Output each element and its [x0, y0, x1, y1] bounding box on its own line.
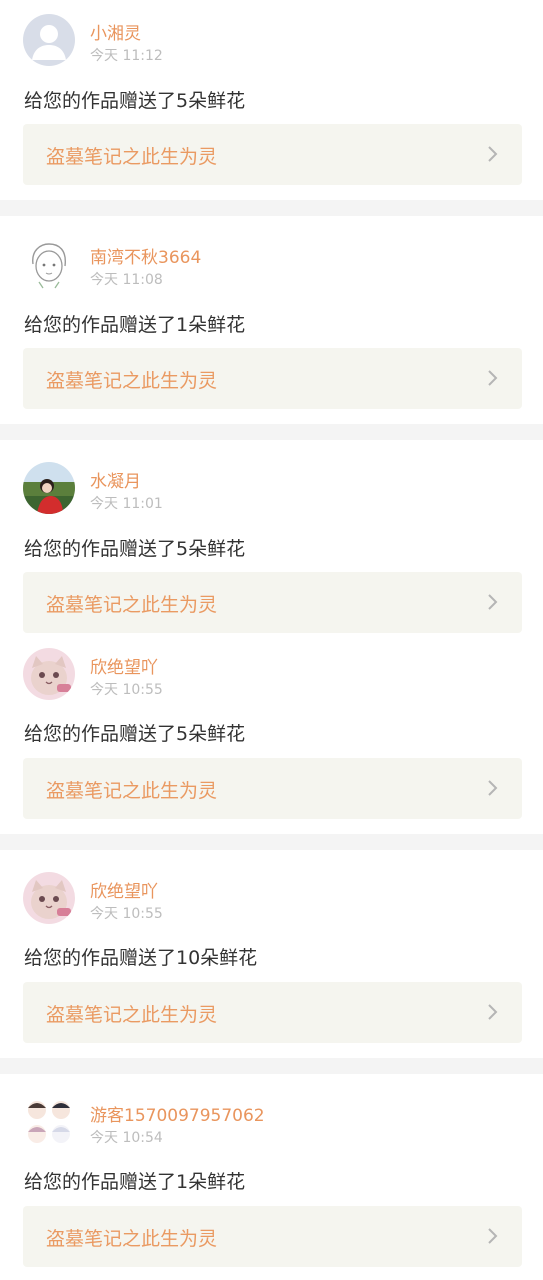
work-title: 盗墓笔记之此生为灵: [46, 146, 218, 168]
user-name[interactable]: 欣绝望吖: [90, 877, 158, 902]
timestamp: 今天 11:12: [90, 48, 163, 64]
chevron-right-icon: [488, 1228, 498, 1244]
gift-notification-item: 小湘灵 今天 11:12 给您的作品赠送了5朵鲜花 盗墓笔记之此生为灵: [0, 0, 543, 200]
chevron-right-icon: [488, 146, 498, 162]
divider: [0, 834, 543, 850]
work-link-card[interactable]: 盗墓笔记之此生为灵: [23, 1206, 522, 1267]
user-name[interactable]: 水凝月: [90, 467, 141, 492]
user-name[interactable]: 小湘灵: [90, 19, 141, 44]
work-title: 盗墓笔记之此生为灵: [46, 1228, 218, 1250]
timestamp: 今天 10:55: [90, 682, 163, 698]
chevron-right-icon: [488, 1004, 498, 1020]
work-link-card[interactable]: 盗墓笔记之此生为灵: [23, 348, 522, 409]
group-avatar[interactable]: [23, 1096, 75, 1148]
gift-notification-item: 欣绝望吖 今天 10:55 给您的作品赠送了10朵鲜花 盗墓笔记之此生为灵: [0, 850, 543, 1058]
divider: [0, 1058, 543, 1074]
work-link-card[interactable]: 盗墓笔记之此生为灵: [23, 124, 522, 185]
gift-notification-item: 南湾不秋3664 今天 11:08 给您的作品赠送了1朵鲜花 盗墓笔记之此生为灵: [0, 216, 543, 424]
work-link-card[interactable]: 盗墓笔记之此生为灵: [23, 982, 522, 1043]
gift-notification-item: 游客1570097957062 今天 10:54 给您的作品赠送了1朵鲜花 盗墓…: [0, 1074, 543, 1280]
gift-message: 给您的作品赠送了1朵鲜花: [24, 314, 246, 336]
divider: [0, 424, 543, 440]
gift-notification-item: 欣绝望吖 今天 10:55 给您的作品赠送了5朵鲜花 盗墓笔记之此生为灵: [0, 640, 543, 834]
default-avatar-icon[interactable]: [23, 14, 75, 66]
cat-avatar[interactable]: [23, 872, 75, 924]
cat-avatar[interactable]: [23, 648, 75, 700]
work-title: 盗墓笔记之此生为灵: [46, 370, 218, 392]
work-link-card[interactable]: 盗墓笔记之此生为灵: [23, 572, 522, 633]
work-title: 盗墓笔记之此生为灵: [46, 780, 218, 802]
timestamp: 今天 10:55: [90, 906, 163, 922]
user-name[interactable]: 南湾不秋3664: [90, 243, 201, 268]
timestamp: 今天 10:54: [90, 1130, 163, 1146]
gift-notification-item: 水凝月 今天 11:01 给您的作品赠送了5朵鲜花 盗墓笔记之此生为灵: [0, 440, 543, 640]
user-name[interactable]: 游客1570097957062: [90, 1101, 265, 1126]
gift-message: 给您的作品赠送了5朵鲜花: [24, 723, 246, 745]
work-link-card[interactable]: 盗墓笔记之此生为灵: [23, 758, 522, 819]
gift-message: 给您的作品赠送了10朵鲜花: [24, 947, 258, 969]
gift-message: 给您的作品赠送了1朵鲜花: [24, 1171, 246, 1193]
gift-notification-feed: 小湘灵 今天 11:12 给您的作品赠送了5朵鲜花 盗墓笔记之此生为灵 南湾不秋…: [0, 0, 543, 1280]
user-name[interactable]: 欣绝望吖: [90, 653, 158, 678]
gift-message: 给您的作品赠送了5朵鲜花: [24, 538, 246, 560]
work-title: 盗墓笔记之此生为灵: [46, 594, 218, 616]
sketch-avatar[interactable]: [23, 238, 75, 290]
work-title: 盗墓笔记之此生为灵: [46, 1004, 218, 1026]
timestamp: 今天 11:01: [90, 496, 163, 512]
photo-avatar[interactable]: [23, 462, 75, 514]
chevron-right-icon: [488, 594, 498, 610]
divider: [0, 200, 543, 216]
chevron-right-icon: [488, 370, 498, 386]
chevron-right-icon: [488, 780, 498, 796]
timestamp: 今天 11:08: [90, 272, 163, 288]
gift-message: 给您的作品赠送了5朵鲜花: [24, 90, 246, 112]
